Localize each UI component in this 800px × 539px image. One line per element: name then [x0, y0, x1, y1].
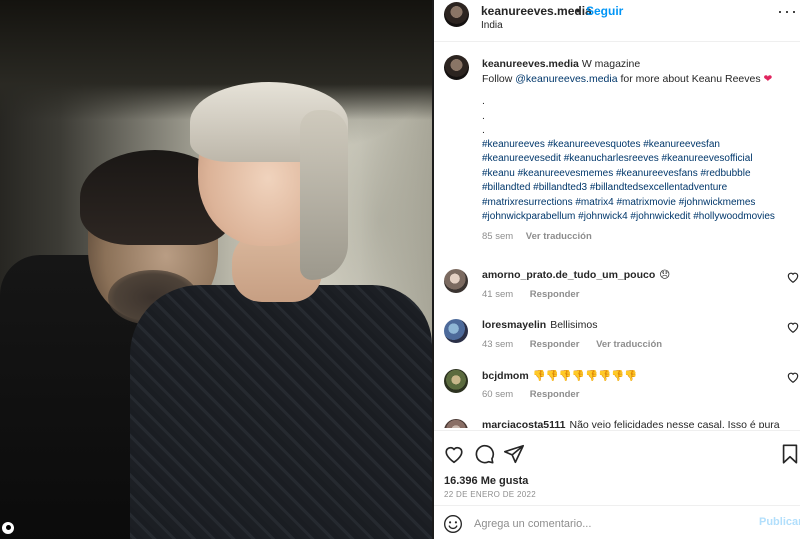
caption-hashtags[interactable]: #keanureeves #keanureevesquotes #keanure…: [482, 138, 782, 225]
comment-time[interactable]: 41 sem: [482, 289, 513, 300]
heart-emoji: ❤: [763, 72, 773, 85]
comment-meta: 60 sem Responder: [482, 389, 593, 400]
reply-button[interactable]: Responder: [530, 339, 580, 350]
author-avatar[interactable]: [444, 2, 469, 27]
comment-text: bcjdmom 👎👎👎👎👎👎👎👎: [482, 369, 782, 382]
comment-like-heart-icon[interactable]: [786, 270, 800, 284]
caption-dot: .: [482, 109, 485, 122]
commenter-avatar[interactable]: [444, 319, 468, 343]
post-actions: 16.396 Me gusta 22 DE ENERO DE 2022: [434, 430, 800, 504]
like-heart-icon[interactable]: [443, 443, 465, 465]
publish-button[interactable]: Publicar: [759, 516, 800, 528]
user-tag-icon[interactable]: [2, 522, 14, 534]
commenter-avatar[interactable]: [444, 419, 468, 428]
comment-item: marciacosta5111 Não vejo felicidades ness…: [434, 417, 800, 428]
share-paper-plane-icon[interactable]: [503, 443, 525, 465]
caption-time[interactable]: 85 sem: [482, 231, 513, 242]
comment-text: loresmayelin Bellisimos: [482, 319, 782, 331]
comment-text: amorno_prato.de_tudo_um_pouco 😞: [482, 269, 782, 281]
comment-item: bcjdmom 👎👎👎👎👎👎👎👎 60 sem Responder: [434, 367, 800, 417]
caption-meta: 85 sem Ver traducción: [482, 230, 782, 245]
reply-button[interactable]: Responder: [530, 389, 580, 400]
comment-time[interactable]: 43 sem: [482, 339, 513, 350]
likes-count[interactable]: 16.396 Me gusta: [444, 475, 528, 487]
more-options-icon[interactable]: ···: [777, 1, 798, 22]
caption-translate-link[interactable]: Ver traducción: [526, 231, 592, 242]
caption-mention-link[interactable]: @keanureeves.media: [515, 73, 617, 85]
post-photo[interactable]: [0, 0, 432, 539]
comment-like-heart-icon[interactable]: [786, 370, 800, 384]
comment-content: 👎👎👎👎👎👎👎👎: [532, 370, 638, 382]
comment-content: Não vejo felicidades nesse casal. Isso é…: [569, 419, 780, 428]
comment-translate-link[interactable]: Ver traducción: [596, 339, 662, 350]
comment-item: loresmayelin Bellisimos 43 sem Responder …: [434, 317, 800, 367]
comment-meta: 41 sem Responder: [482, 289, 593, 300]
comment-bubble-icon[interactable]: [473, 443, 495, 465]
post-location[interactable]: India: [481, 20, 503, 31]
caption-follow-prefix: Follow: [482, 72, 513, 85]
commenter-avatar[interactable]: [444, 369, 468, 393]
caption-title: W magazine: [581, 58, 641, 70]
comment-text: marciacosta5111 Não vejo felicidades ness…: [482, 419, 782, 428]
comment-item: amorno_prato.de_tudo_um_pouco 😞 41 sem Re…: [434, 267, 800, 317]
commenter-username[interactable]: marciacosta5111: [482, 419, 566, 428]
photo-woman-dress: [130, 285, 432, 539]
comment-meta: 43 sem Responder Ver traducción: [482, 339, 676, 350]
commenter-avatar[interactable]: [444, 269, 468, 293]
post-side-panel: keanureeves.media • Seguir India ··· kea…: [434, 0, 800, 539]
comment-input[interactable]: [474, 515, 744, 533]
header-separator: •: [576, 4, 581, 18]
emoji-smiley-icon[interactable]: [443, 514, 463, 534]
caption-dot: .: [482, 95, 485, 107]
comment-like-heart-icon[interactable]: [786, 320, 800, 334]
add-comment-bar: Publicar: [434, 505, 800, 539]
comment-time[interactable]: 60 sem: [482, 389, 513, 400]
commenter-username[interactable]: bcjdmom: [482, 370, 529, 382]
post-date[interactable]: 22 DE ENERO DE 2022: [444, 490, 536, 499]
caption-username[interactable]: keanureeves.media: [482, 58, 579, 70]
comment-content: 😞: [659, 269, 671, 281]
save-bookmark-icon[interactable]: [779, 443, 800, 465]
commenter-username[interactable]: amorno_prato.de_tudo_um_pouco: [482, 269, 655, 281]
caption-dot: .: [482, 124, 485, 136]
caption-follow-suffix: for more about Keanu Reeves: [620, 72, 761, 85]
caption-author-avatar[interactable]: [444, 55, 469, 80]
caption-body: keanureeves.media W magazine Follow @kea…: [482, 57, 782, 244]
comment-content: Bellisimos: [550, 319, 598, 331]
post-header: keanureeves.media • Seguir India ···: [434, 0, 800, 42]
commenter-username[interactable]: loresmayelin: [482, 319, 546, 331]
comments-list[interactable]: keanureeves.media W magazine Follow @kea…: [434, 43, 800, 428]
photo-woman-hair-side: [300, 110, 348, 280]
reply-button[interactable]: Responder: [530, 289, 580, 300]
follow-button[interactable]: Seguir: [586, 4, 623, 18]
